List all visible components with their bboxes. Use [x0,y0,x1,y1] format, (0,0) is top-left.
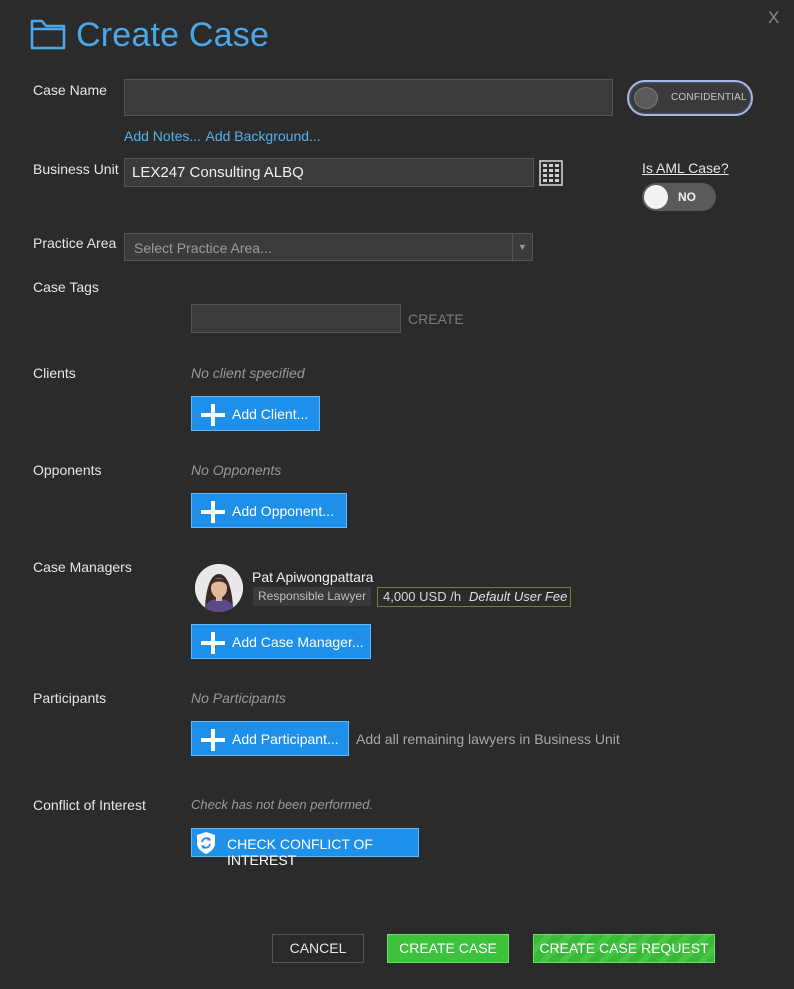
case-managers-label: Case Managers [33,559,132,575]
aml-toggle[interactable]: NO [642,183,716,211]
folder-icon [30,19,66,50]
chevron-down-icon[interactable]: ▼ [512,234,532,260]
check-conflict-button[interactable]: CHECK CONFLICT OF INTEREST [191,828,419,868]
grid-icon[interactable] [539,160,563,186]
fee-amount: 4,000 USD /h [383,589,462,604]
case-tags-label: Case Tags [33,279,99,295]
confidential-toggle[interactable]: CONFIDENTIAL [627,80,753,116]
check-conflict-label: CHECK CONFLICT OF INTEREST [227,836,373,868]
avatar [195,564,243,612]
add-background-link[interactable]: Add Background... [206,128,321,144]
shield-icon [197,832,215,854]
add-case-manager-label: Add Case Manager... [232,634,364,650]
add-case-manager-button[interactable]: Add Case Manager... [191,624,371,659]
add-all-lawyers-link[interactable]: Add all remaining lawyers in Business Un… [356,731,620,747]
notes-links: Add Notes... Add Background... [124,128,321,146]
toggle-knob [634,87,658,109]
add-client-button[interactable]: Add Client... [191,396,320,431]
confidential-label: CONFIDENTIAL [671,92,747,103]
add-participant-label: Add Participant... [232,731,339,747]
create-case-button[interactable]: CREATE CASE [387,934,509,963]
case-tags-input[interactable] [191,304,401,333]
business-unit-label: Business Unit [33,161,119,177]
clients-label: Clients [33,365,76,381]
add-notes-link[interactable]: Add Notes... [124,128,201,144]
plus-icon [201,632,225,656]
add-opponent-button[interactable]: Add Opponent... [191,493,347,528]
participants-empty-text: No Participants [191,690,286,706]
plus-icon [201,404,225,428]
close-button[interactable]: X [768,8,779,28]
create-case-request-button[interactable]: CREATE CASE REQUEST [533,934,715,963]
practice-area-placeholder: Select Practice Area... [134,240,272,256]
add-client-label: Add Client... [232,406,309,422]
conflict-status-text: Check has not been performed. [191,797,374,812]
aml-value: NO [678,190,696,204]
aml-label: Is AML Case? [642,160,729,176]
practice-area-select[interactable]: Select Practice Area... ▼ [124,233,533,261]
conflict-label: Conflict of Interest [33,797,146,813]
opponents-label: Opponents [33,462,102,478]
case-manager-name: Pat Apiwongpattara [252,569,374,585]
role-badge: Responsible Lawyer [253,587,372,606]
plus-icon [201,501,225,525]
case-name-label: Case Name [33,82,107,98]
opponents-empty-text: No Opponents [191,462,282,478]
case-name-input[interactable] [124,79,613,116]
create-tag-button[interactable]: CREATE [408,311,464,327]
practice-area-label: Practice Area [33,235,117,251]
fee-badge[interactable]: 4,000 USD /h Default User Fee [377,587,571,607]
fee-note: Default User Fee [469,589,568,604]
page-title: Create Case [76,16,270,54]
plus-icon [201,729,225,753]
clients-empty-text: No client specified [191,365,305,381]
add-opponent-label: Add Opponent... [232,503,334,519]
add-participant-button[interactable]: Add Participant... [191,721,349,756]
cancel-button[interactable]: CANCEL [272,934,364,963]
business-unit-input[interactable] [124,158,534,187]
participants-label: Participants [33,690,107,706]
toggle-knob [644,185,668,209]
